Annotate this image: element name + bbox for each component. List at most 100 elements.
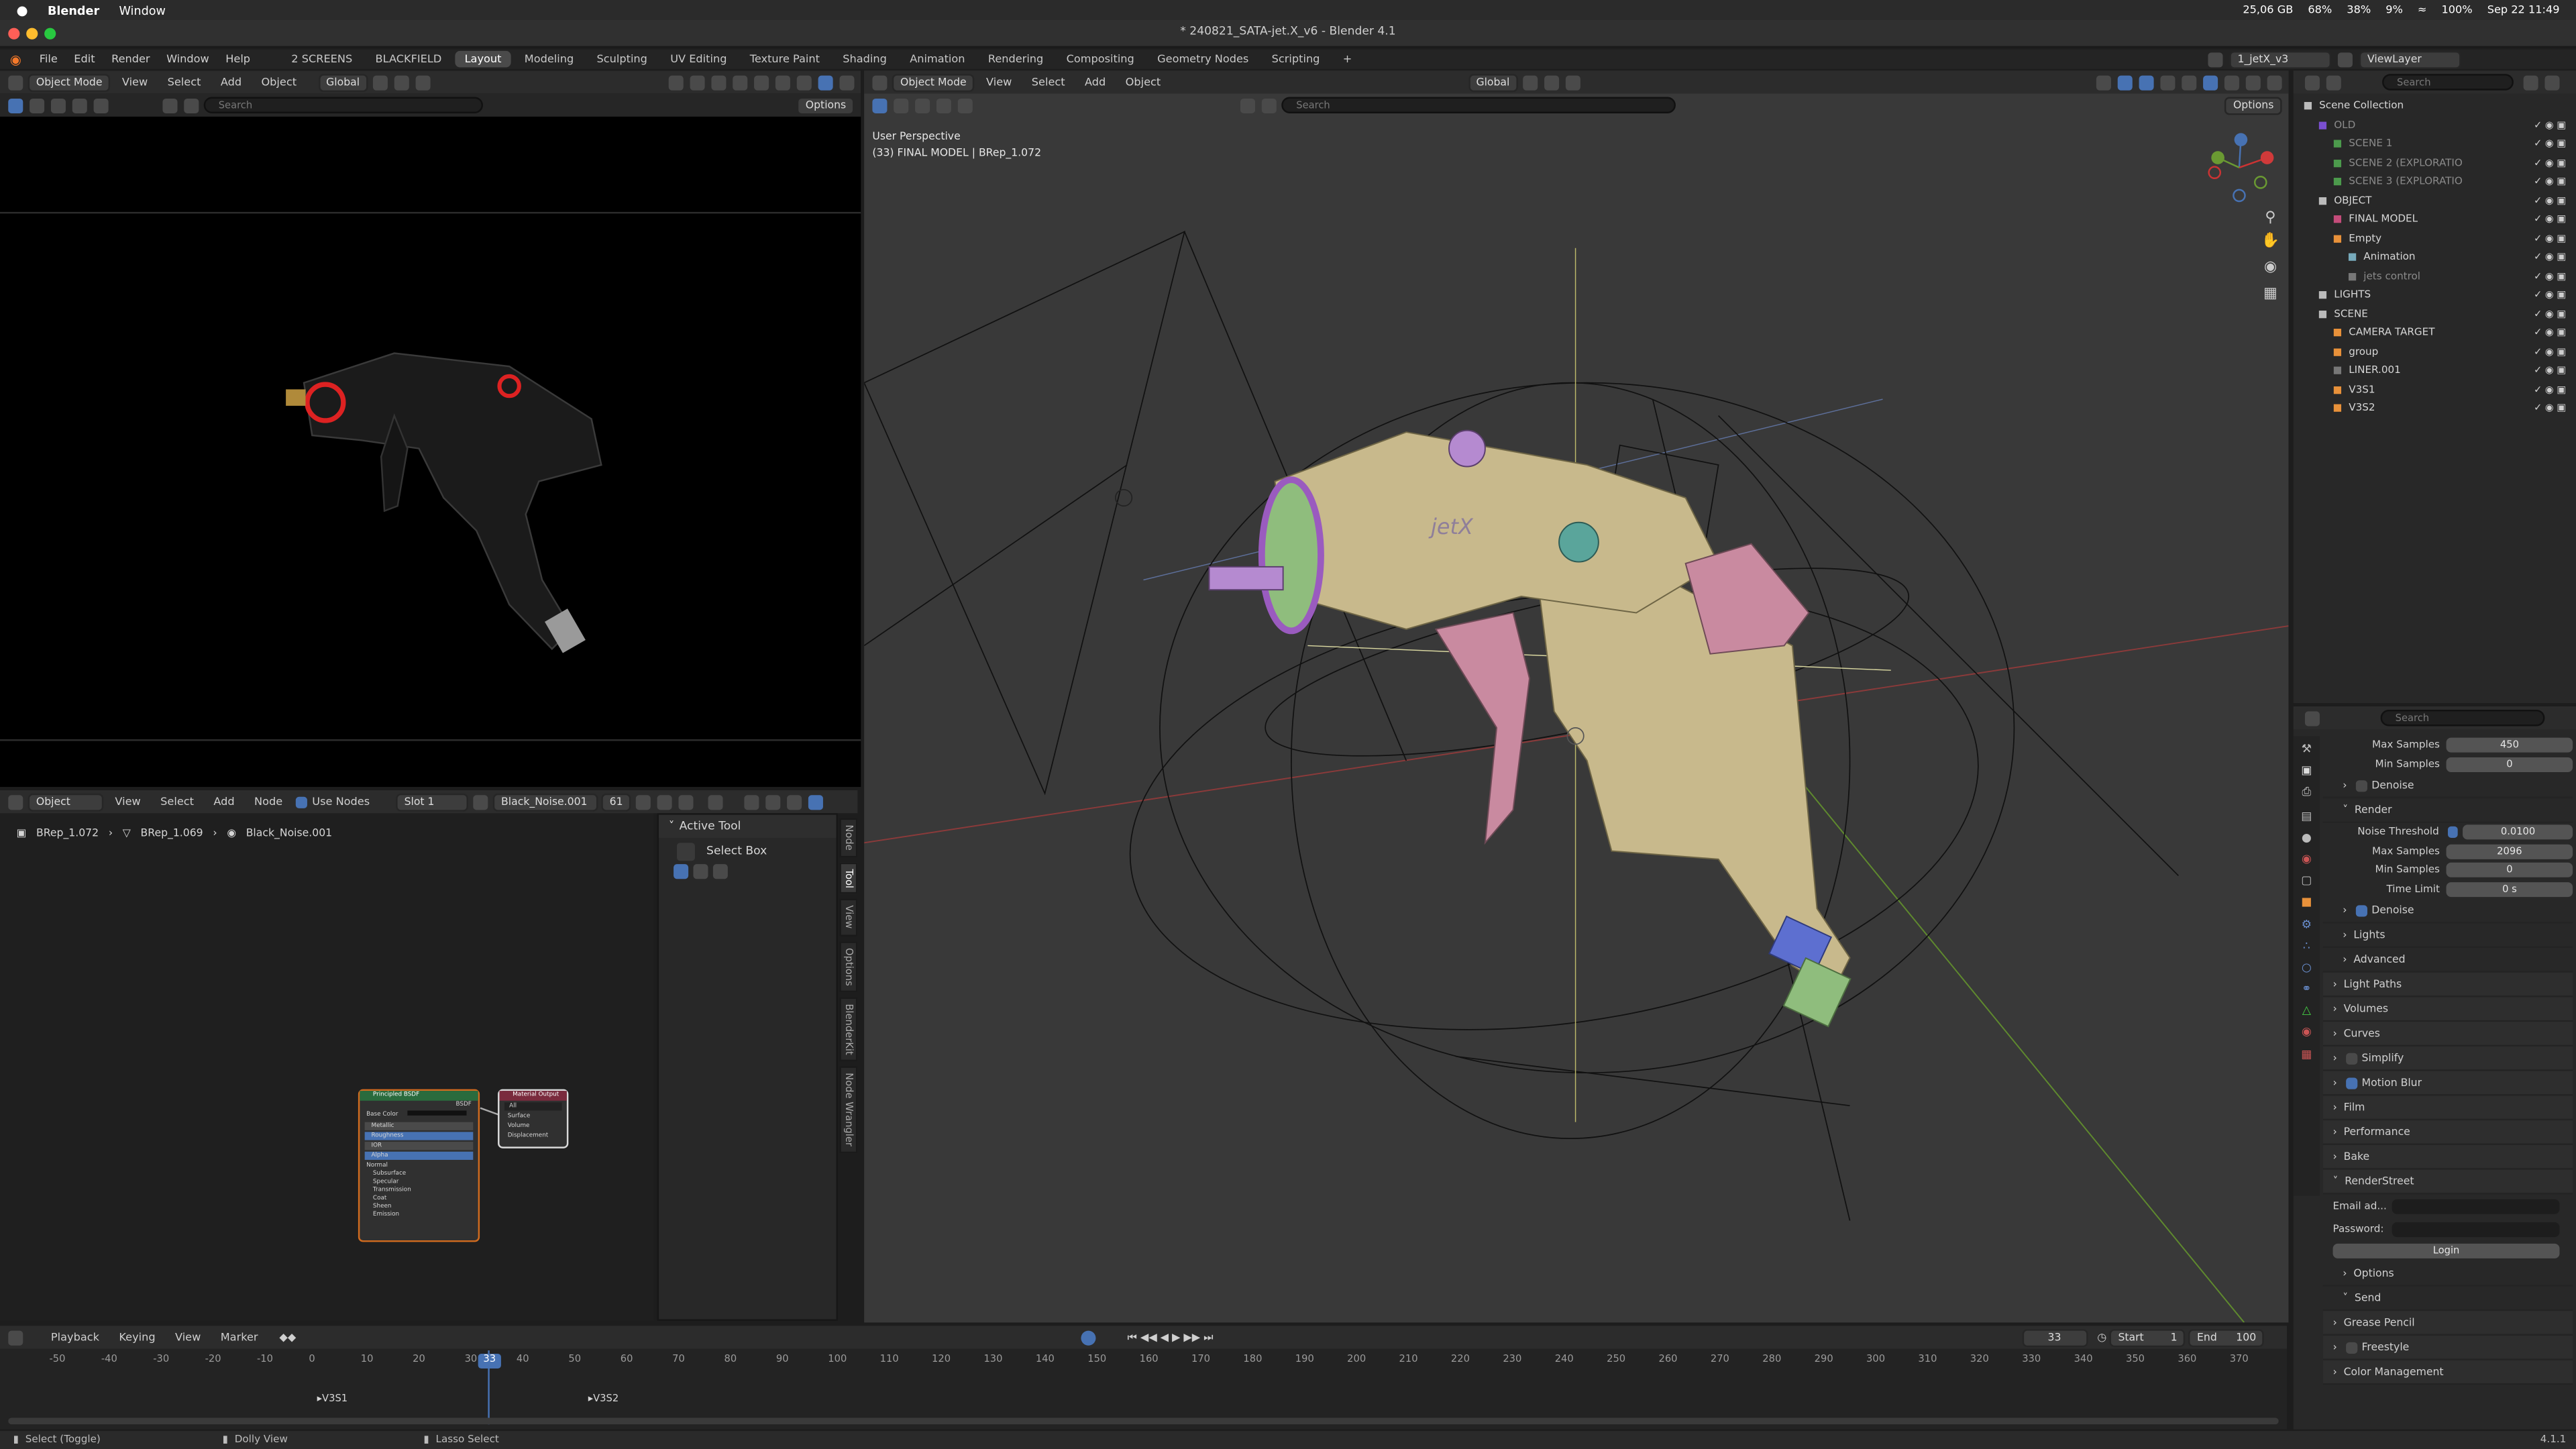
properties-search[interactable]: Search [2380, 709, 2545, 727]
menu-file[interactable]: File [40, 52, 58, 66]
outliner-row[interactable]: ■ LIGHTS ✓ ◉ ▣ [2294, 286, 2576, 305]
properties-panel-header[interactable]: › Curves [2322, 1022, 2573, 1047]
properties-row[interactable]: › Denoise [2322, 899, 2573, 924]
visibility-toggle-icons[interactable]: ✓ ◉ ▣ [2534, 138, 2566, 150]
outliner-row[interactable]: ■ SCENE 2 (EXPLORATIO ✓ ◉ ▣ [2294, 154, 2576, 172]
clock[interactable]: Sep 22 11:49 [2487, 3, 2560, 17]
login-button[interactable]: Login [2332, 1243, 2560, 1258]
node-panel[interactable]: Emission [360, 1211, 478, 1219]
node-editor[interactable]: Object View Select Add Node Use Nodes Sl… [0, 790, 858, 1321]
properties-panel-header[interactable]: › Volumes [2322, 997, 2573, 1022]
select-box-icon[interactable] [676, 842, 695, 861]
left-viewport[interactable]: Object Mode View Select Add Object Globa… [0, 70, 861, 788]
outliner-row[interactable]: ■ V3S1 ✓ ◉ ▣ [2294, 380, 2576, 399]
properties-row[interactable]: › Denoise [2322, 773, 2573, 799]
properties-row[interactable]: › Advanced [2322, 948, 2573, 973]
scene-tab-icon[interactable]: ● [2302, 831, 2312, 845]
view-layer-tab-icon[interactable]: ▤ [2301, 809, 2312, 822]
material-field[interactable]: Black_Noise.001 [492, 792, 598, 811]
menu-view[interactable]: View [122, 76, 148, 89]
mode-dropdown[interactable]: Object Mode [28, 72, 111, 91]
node-slider[interactable]: Alpha [364, 1151, 474, 1160]
property-value-field[interactable]: 0 [2446, 757, 2573, 772]
jump-start-icon[interactable]: ⏮ [1127, 1330, 1137, 1344]
material-users[interactable]: 61 [601, 792, 631, 811]
pause-render-icon[interactable] [839, 74, 855, 90]
visibility-toggle-icons[interactable]: ✓ ◉ ▣ [2534, 327, 2566, 339]
menu-select[interactable]: Select [160, 795, 194, 808]
shading-solid-icon[interactable] [775, 74, 790, 90]
panel-checkbox[interactable] [2345, 1341, 2357, 1353]
blender-logo-icon[interactable]: ◉ [10, 52, 21, 66]
properties-panel-header[interactable]: › Freestyle [2322, 1336, 2573, 1360]
properties-panel-header[interactable]: › Motion Blur [2322, 1071, 2573, 1096]
slot-dropdown[interactable]: Slot 1 [396, 792, 469, 811]
property-checkbox[interactable] [2447, 826, 2459, 839]
overlay-icon[interactable] [787, 794, 802, 810]
tab-shading[interactable]: Shading [833, 51, 897, 67]
breadcrumb-mesh[interactable]: BRep_1.069 [141, 826, 203, 840]
wifi-icon[interactable]: ≈ [2418, 3, 2427, 17]
outliner-row[interactable]: ■ SCENE 1 ✓ ◉ ▣ [2294, 135, 2576, 154]
panel-checkbox[interactable] [2355, 780, 2367, 792]
options-dropdown[interactable]: Options [797, 96, 855, 115]
next-keyframe-icon[interactable]: ▶▶ [1183, 1331, 1200, 1344]
scene-icon[interactable] [2208, 52, 2223, 67]
properties-panel-header[interactable]: › Film [2322, 1095, 2573, 1121]
menu-view[interactable]: View [175, 1331, 201, 1344]
menu-window[interactable]: Window [166, 52, 209, 66]
fake-user-icon[interactable] [636, 794, 651, 810]
properties-panel-header[interactable]: › Performance [2322, 1120, 2573, 1145]
panel-checkbox[interactable] [2345, 1077, 2357, 1089]
unlink-material-icon[interactable] [678, 794, 694, 810]
world-tab-icon[interactable]: ◉ [2302, 853, 2312, 866]
property-text-input[interactable] [2392, 1221, 2560, 1236]
tab-rendering[interactable]: Rendering [978, 51, 1053, 67]
object-tab-icon[interactable]: ■ [2301, 896, 2312, 909]
properties-row[interactable]: Email ad... [2323, 1194, 2573, 1217]
modifier-tab-icon[interactable]: ⚙ [2302, 918, 2312, 931]
properties-row[interactable]: ˅ Send [2322, 1287, 2573, 1311]
keyframe-icons[interactable]: ◆◆ [279, 1331, 296, 1344]
properties-panel-header[interactable]: › Grease Pencil [2322, 1311, 2573, 1336]
display-icon[interactable] [184, 97, 199, 113]
gizmo-icon[interactable] [690, 74, 705, 90]
properties-row[interactable]: Login [2323, 1240, 2573, 1262]
select-extend-icon[interactable] [50, 97, 66, 113]
prev-keyframe-icon[interactable]: ◀◀ [1140, 1331, 1157, 1344]
tab-layout[interactable]: Layout [454, 50, 512, 68]
node-panel[interactable]: Sheen [360, 1203, 478, 1211]
properties-panel-header[interactable]: ˅ RenderStreet [2322, 1169, 2573, 1195]
play-reverse-icon[interactable]: ◀ [1161, 1331, 1169, 1344]
data-tab-icon[interactable]: △ [2302, 1004, 2311, 1018]
visibility-toggle-icons[interactable]: ✓ ◉ ▣ [2534, 270, 2566, 282]
tab-view[interactable]: View [839, 899, 858, 936]
view-layer-field[interactable]: ViewLayer [2359, 50, 2461, 68]
menu-keying[interactable]: Keying [119, 1331, 155, 1344]
jump-end-icon[interactable]: ⏭ [1203, 1330, 1214, 1344]
node-panel[interactable]: Specular [360, 1178, 478, 1186]
visibility-toggle-icons[interactable]: ✓ ◉ ▣ [2534, 252, 2566, 263]
menu-select[interactable]: Select [168, 76, 201, 89]
main-viewport[interactable]: Object Mode View Select Add Object Globa… [864, 70, 2289, 1323]
app-menu[interactable]: Blender [48, 3, 99, 17]
breadcrumb-object[interactable]: BRep_1.072 [36, 826, 99, 840]
node-panel[interactable]: Coat [360, 1194, 478, 1202]
filter-icon[interactable] [162, 97, 178, 113]
new-collection-icon[interactable] [2544, 74, 2560, 90]
active-tool-panel-header[interactable]: ˅ Active Tool [659, 814, 837, 838]
outliner-row[interactable]: ■ OBJECT ✓ ◉ ▣ [2294, 191, 2576, 210]
tab-animation[interactable]: Animation [900, 51, 975, 67]
outliner-row[interactable]: ■ FINAL MODEL ✓ ◉ ▣ [2294, 210, 2576, 229]
use-nodes-checkbox[interactable] [295, 796, 307, 808]
visibility-icon[interactable] [668, 74, 684, 90]
outliner-row[interactable]: ■ V3S2 ✓ ◉ ▣ [2294, 399, 2576, 418]
constraint-tab-icon[interactable]: ⚭ [2302, 983, 2311, 996]
xray-icon[interactable] [733, 74, 748, 90]
properties-row[interactable]: › Options [2322, 1262, 2573, 1287]
overlay-icon[interactable] [711, 74, 727, 90]
parent-node-icon[interactable] [744, 794, 759, 810]
duplicate-material-icon[interactable] [657, 794, 673, 810]
properties-panel-header[interactable]: › Simplify [2322, 1046, 2573, 1071]
menu-node[interactable]: Node [254, 795, 282, 808]
